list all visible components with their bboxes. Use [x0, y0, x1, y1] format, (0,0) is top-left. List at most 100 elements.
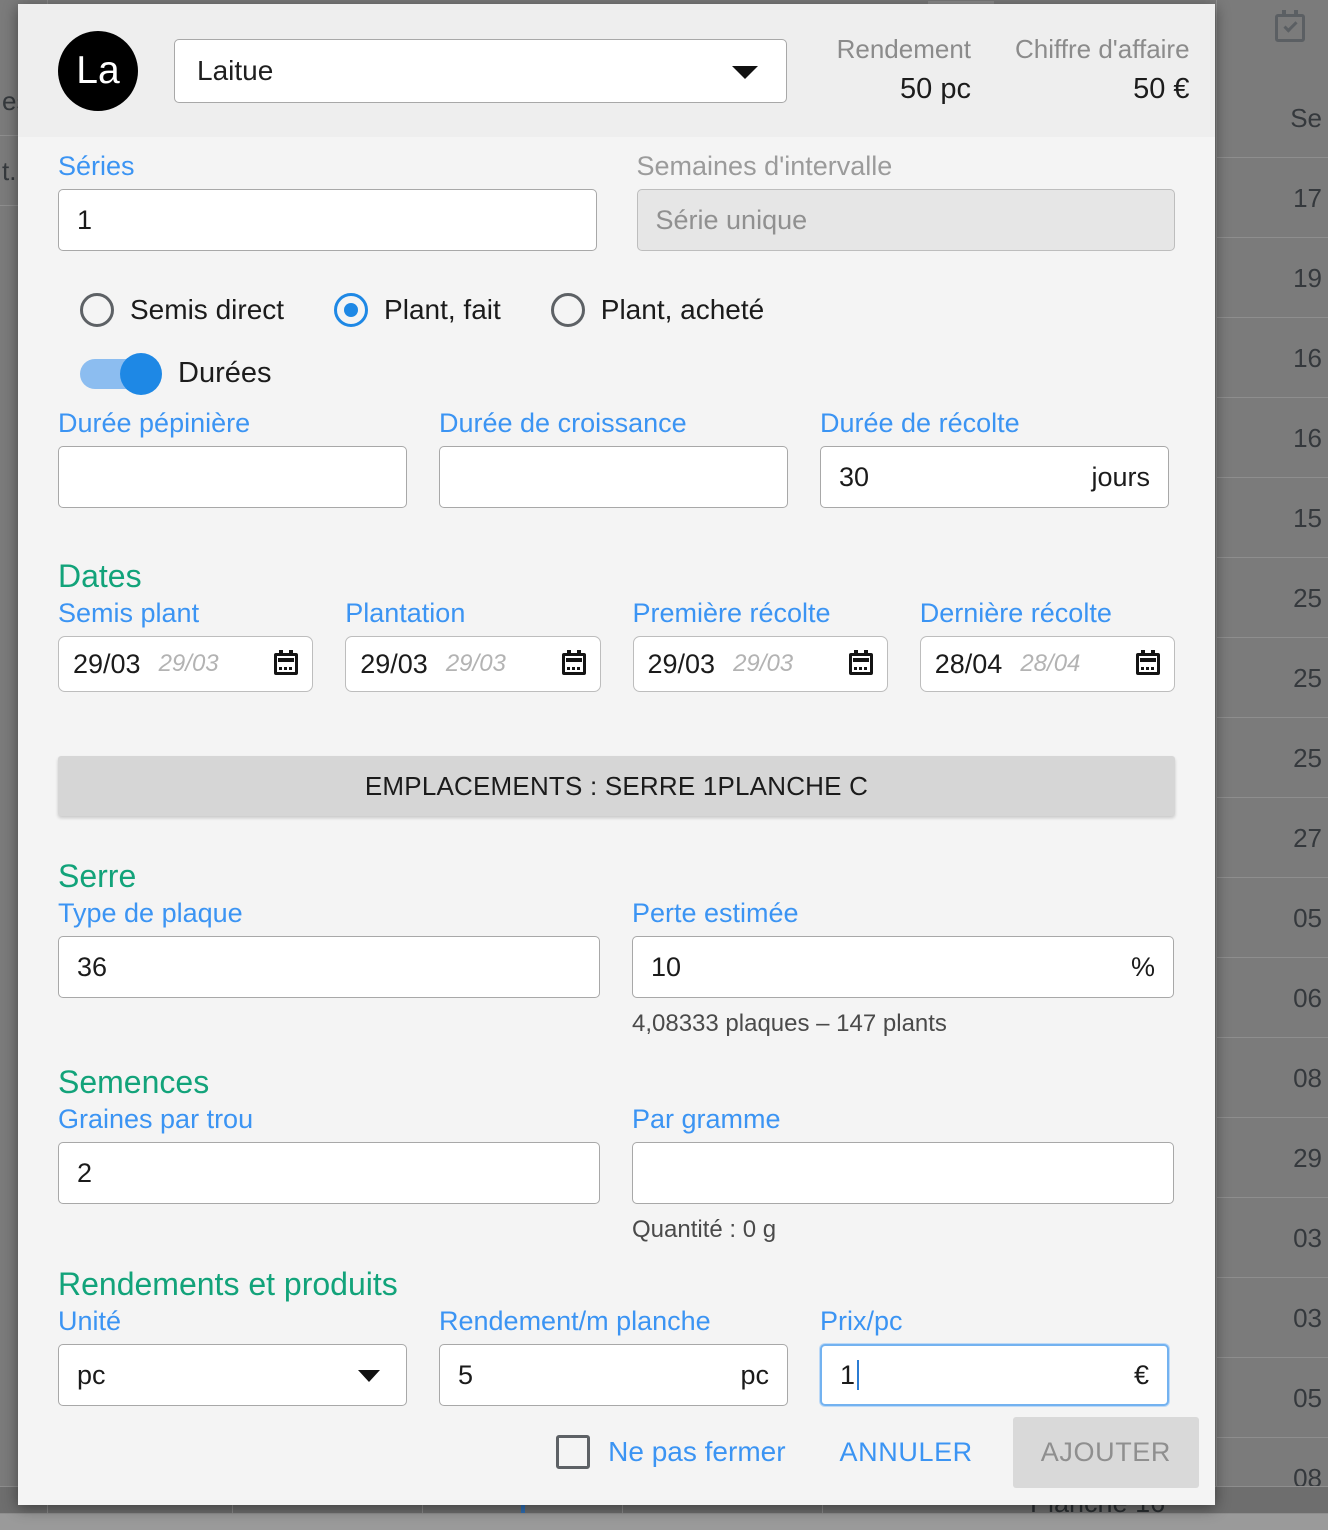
radio-icon	[551, 293, 585, 327]
series-input[interactable]: 1	[58, 189, 597, 251]
yield-per-m-input[interactable]: 5 pc	[439, 1344, 788, 1406]
chevron-down-icon	[358, 1370, 380, 1382]
radio-semis-direct[interactable]: Semis direct	[80, 293, 284, 327]
radio-plant-achete-label: Plant, acheté	[601, 294, 764, 326]
seeds-per-hole-label: Graines par trou	[58, 1106, 600, 1133]
date-premiere-recolte-ghost: 29/03	[733, 650, 793, 678]
plate-type-input[interactable]: 36	[58, 936, 600, 998]
calendar-icon[interactable]	[562, 653, 586, 675]
durations-toggle-row[interactable]: Durées	[58, 327, 1175, 390]
per-gram-label: Par gramme	[632, 1106, 1174, 1133]
date-derniere-recolte-group: Dernière récolte 28/04 28/04	[920, 600, 1175, 692]
durations-row: Durée pépinière Durée de croissance Duré…	[58, 390, 1175, 508]
estimated-loss-input[interactable]: 10 %	[632, 936, 1174, 998]
duration-pepiniere-input[interactable]	[58, 446, 407, 508]
seeds-per-hole-group: Graines par trou 2	[58, 1106, 600, 1244]
radio-icon	[80, 293, 114, 327]
interval-weeks-field-group: Semaines d'intervalle Série unique	[637, 153, 1176, 251]
serre-section: Serre Type de plaque 36 Perte estimée 10…	[58, 816, 1175, 1038]
durations-toggle-label: Durées	[178, 357, 272, 390]
date-plantation-ghost: 29/03	[446, 650, 506, 678]
background-cell: 25	[1217, 638, 1328, 718]
durations-toggle-switch[interactable]	[80, 359, 158, 389]
date-premiere-recolte-input[interactable]: 29/03 29/03	[633, 636, 888, 692]
radio-plant-fait-label: Plant, fait	[384, 294, 501, 326]
background-cell: 16	[1217, 398, 1328, 478]
price-suffix: €	[1134, 1360, 1149, 1391]
keep-open-checkbox[interactable]	[556, 1435, 590, 1469]
stat-chiffre-affaire: Chiffre d'affaire 50 €	[1015, 35, 1190, 106]
price-label: Prix/pc	[820, 1308, 1169, 1335]
series-row: Séries 1 Semaines d'intervalle Série uni…	[58, 137, 1175, 251]
background-cell-text: 03	[1293, 1305, 1322, 1331]
date-semis-plant-group: Semis plant 29/03 29/03	[58, 600, 313, 692]
background-cell-text: 06	[1293, 985, 1322, 1011]
estimated-loss-value: 10	[651, 952, 681, 983]
background-cell: 08	[1217, 1038, 1328, 1118]
price-value: 1	[840, 1360, 855, 1391]
background-cell-text: 15	[1293, 505, 1322, 531]
date-semis-plant-input[interactable]: 29/03 29/03	[58, 636, 313, 692]
dates-section: Dates Semis plant 29/03 29/03 Plantation…	[58, 508, 1175, 692]
background-cell-text: t.	[2, 158, 16, 184]
yields-section: Rendements et produits Unité pc Rendemen…	[58, 1244, 1175, 1406]
date-derniere-recolte-input[interactable]: 28/04 28/04	[920, 636, 1175, 692]
estimated-loss-suffix: %	[1131, 952, 1155, 983]
duration-croissance-group: Durée de croissance	[439, 410, 788, 508]
yields-title: Rendements et produits	[58, 1268, 1175, 1300]
background-cell: 05	[1217, 878, 1328, 958]
background-cell-text: 16	[1293, 345, 1322, 371]
yield-per-m-label: Rendement/m planche	[439, 1308, 788, 1335]
background-right-column: Se 17 19 16 16 15 25 25 25 27 05 06 08 2…	[1216, 0, 1328, 1530]
serre-title: Serre	[58, 860, 1175, 892]
radio-selected-icon	[334, 293, 368, 327]
stat-rendement-value: 50 pc	[831, 73, 971, 106]
yield-per-m-value: 5	[458, 1360, 473, 1391]
date-plantation-input[interactable]: 29/03 29/03	[345, 636, 600, 692]
duration-recolte-suffix: jours	[1091, 462, 1150, 493]
text-cursor	[857, 1360, 859, 1390]
price-input[interactable]: 1 €	[820, 1344, 1169, 1406]
keep-open-label[interactable]: Ne pas fermer	[608, 1436, 785, 1468]
calendar-icon[interactable]	[274, 653, 298, 675]
date-plantation-label: Plantation	[345, 600, 600, 627]
background-cell-text: 17	[1293, 185, 1322, 211]
radio-plant-achete[interactable]: Plant, acheté	[551, 293, 764, 327]
dialog-body: Séries 1 Semaines d'intervalle Série uni…	[18, 137, 1215, 1406]
plate-type-label: Type de plaque	[58, 900, 600, 927]
date-plantation-value: 29/03	[360, 649, 428, 680]
background-cell: 16	[1217, 318, 1328, 398]
radio-plant-fait[interactable]: Plant, fait	[334, 293, 501, 327]
date-semis-plant-label: Semis plant	[58, 600, 313, 627]
seeds-per-hole-input[interactable]: 2	[58, 1142, 600, 1204]
serre-row: Type de plaque 36 Perte estimée 10 % 4,0…	[58, 900, 1175, 1038]
background-cell: 03	[1217, 1198, 1328, 1278]
per-gram-input[interactable]	[632, 1142, 1174, 1204]
background-cell: 05	[1217, 1358, 1328, 1438]
background-cell-text: 29	[1293, 1145, 1322, 1171]
chevron-down-icon	[732, 66, 758, 79]
date-derniere-recolte-ghost: 28/04	[1020, 650, 1080, 678]
duration-croissance-label: Durée de croissance	[439, 410, 788, 437]
calendar-icon[interactable]	[849, 653, 873, 675]
background-cell-text: 03	[1293, 1225, 1322, 1251]
date-plantation-group: Plantation 29/03 29/03	[345, 600, 600, 692]
background-cell-text: 08	[1293, 1065, 1322, 1091]
calendar-icon[interactable]	[1136, 653, 1160, 675]
duration-recolte-input[interactable]: 30 jours	[820, 446, 1169, 508]
avatar: La	[58, 31, 138, 111]
unit-select[interactable]: pc	[58, 1344, 407, 1406]
duration-croissance-input[interactable]	[439, 446, 788, 508]
series-field-group: Séries 1	[58, 153, 597, 251]
stat-rendement: Rendement 50 pc	[831, 35, 971, 106]
cancel-button[interactable]: ANNULER	[830, 1423, 983, 1482]
yields-row: Unité pc Rendement/m planche 5 pc Prix/p…	[58, 1308, 1175, 1406]
semences-title: Semences	[58, 1066, 1175, 1098]
emplacements-banner[interactable]: EMPLACEMENTS : SERRE 1PLANCHE C	[58, 756, 1175, 816]
crop-select[interactable]: Laitue	[174, 39, 787, 103]
interval-weeks-input: Série unique	[637, 189, 1176, 251]
series-value: 1	[77, 205, 92, 236]
stat-chiffre-affaire-value: 50 €	[1015, 73, 1190, 106]
date-premiere-recolte-value: 29/03	[648, 649, 716, 680]
date-semis-plant-value: 29/03	[73, 649, 141, 680]
